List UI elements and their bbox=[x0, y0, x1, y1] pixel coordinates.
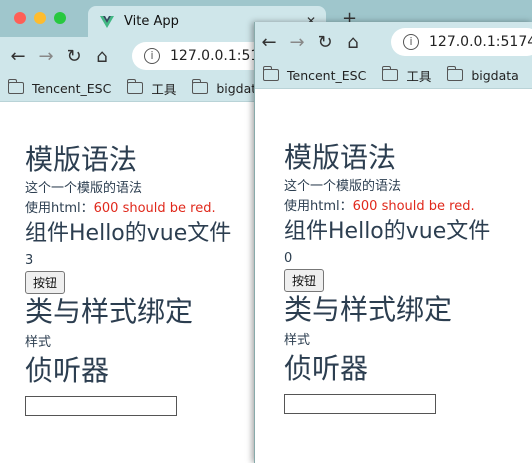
heading-class-style: 类与样式绑定 bbox=[284, 293, 453, 326]
forward-arrow-icon[interactable]: → bbox=[283, 32, 311, 53]
folder-icon bbox=[262, 66, 279, 81]
bookmark-tencent[interactable]: Tencent_ESC bbox=[7, 79, 111, 96]
heading-watcher: 侦听器 bbox=[284, 352, 369, 385]
back-arrow-icon[interactable]: ← bbox=[4, 46, 32, 67]
url-text: 127.0.0.1:5174 bbox=[429, 34, 532, 50]
heading-template: 模版语法 bbox=[25, 143, 138, 176]
html-prefix: 使用html： bbox=[25, 201, 94, 216]
style-text: 样式 bbox=[284, 333, 311, 348]
html-line: 使用html：600 should be red. bbox=[284, 197, 490, 217]
minimize-window-button[interactable] bbox=[34, 12, 46, 24]
folder-icon bbox=[381, 66, 399, 81]
heading-component: 组件Hello的vue文件 bbox=[25, 221, 232, 246]
html-line: 使用html：600 should be red. bbox=[25, 199, 231, 219]
toolbar-right: ← → ↻ ⌂ i 127.0.0.1:5174 bbox=[255, 22, 532, 62]
bookmark-tools[interactable]: 工具 bbox=[381, 66, 431, 85]
folder-icon bbox=[191, 79, 209, 94]
folder-icon bbox=[126, 79, 144, 94]
watcher-input[interactable] bbox=[284, 394, 436, 414]
template-line: 这个一个模版的语法 bbox=[284, 179, 402, 194]
address-bar[interactable]: i 127.0.0.1:5174 bbox=[391, 28, 532, 56]
html-prefix: 使用html： bbox=[284, 199, 353, 214]
close-window-button[interactable] bbox=[14, 12, 26, 24]
template-line: 这个一个模版的语法 bbox=[25, 181, 143, 196]
address-bar[interactable]: i 127.0.0.1:517 bbox=[132, 42, 272, 70]
bookmark-bigdata[interactable]: bigdata bbox=[446, 66, 519, 83]
site-info-icon[interactable]: i bbox=[144, 48, 160, 64]
heading-template: 模版语法 bbox=[284, 141, 397, 174]
heading-class-style: 类与样式绑定 bbox=[25, 295, 194, 328]
heading-component: 组件Hello的vue文件 bbox=[284, 219, 491, 244]
maximize-window-button[interactable] bbox=[54, 12, 66, 24]
back-arrow-icon[interactable]: ← bbox=[255, 32, 283, 53]
red-text: 600 should be red. bbox=[352, 199, 475, 214]
bookmark-tools[interactable]: 工具 bbox=[126, 79, 176, 98]
home-icon[interactable]: ⌂ bbox=[339, 32, 367, 53]
home-icon[interactable]: ⌂ bbox=[88, 46, 116, 67]
page-content-right: 模版语法 这个一个模版的语法 使用html：600 should be red.… bbox=[284, 142, 490, 414]
increment-button[interactable]: 按钮 bbox=[25, 271, 66, 294]
reload-icon[interactable]: ↻ bbox=[311, 32, 339, 53]
folder-icon bbox=[446, 66, 464, 81]
watcher-input[interactable] bbox=[25, 396, 177, 416]
red-text: 600 should be red. bbox=[93, 201, 216, 216]
tab-title: Vite App bbox=[124, 14, 179, 29]
counter-value: 0 bbox=[284, 251, 293, 266]
site-info-icon[interactable]: i bbox=[403, 34, 419, 50]
window-controls bbox=[14, 12, 66, 24]
vue-logo-icon bbox=[100, 15, 114, 28]
forward-arrow-icon[interactable]: → bbox=[32, 46, 60, 67]
page-content: 模版语法 这个一个模版的语法 使用html：600 should be red.… bbox=[25, 144, 231, 416]
folder-icon bbox=[7, 79, 24, 94]
reload-icon[interactable]: ↻ bbox=[60, 46, 88, 67]
style-text: 样式 bbox=[25, 335, 52, 350]
bookmarks-bar-right: Tencent_ESC 工具 bigdata bbox=[255, 62, 532, 89]
bookmark-tencent[interactable]: Tencent_ESC bbox=[262, 66, 366, 83]
increment-button[interactable]: 按钮 bbox=[284, 269, 325, 292]
browser-window-right: ← → ↻ ⌂ i 127.0.0.1:5174 Tencent_ESC 工具 … bbox=[254, 22, 532, 463]
heading-watcher: 侦听器 bbox=[25, 354, 110, 387]
counter-value: 3 bbox=[25, 253, 34, 268]
